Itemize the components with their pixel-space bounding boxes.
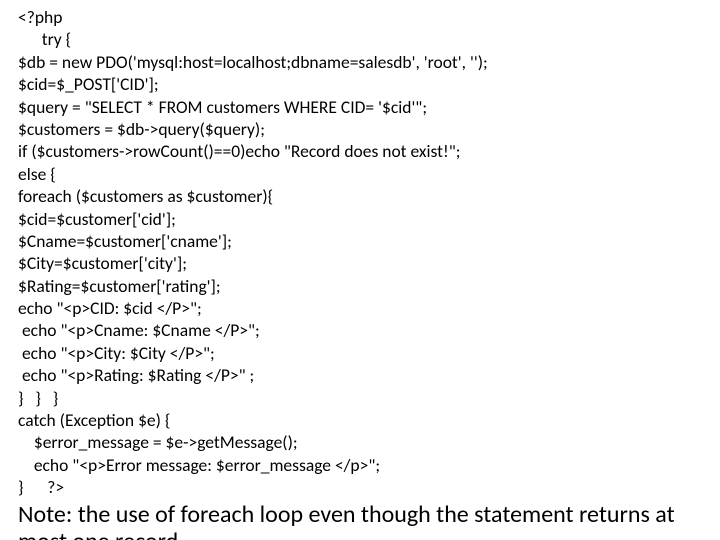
- note-text: Note: the use of foreach loop even thoug…: [18, 501, 702, 540]
- code-block: <?php try { $db = new PDO('mysql:host=lo…: [18, 6, 702, 499]
- slide: <?php try { $db = new PDO('mysql:host=lo…: [0, 0, 720, 540]
